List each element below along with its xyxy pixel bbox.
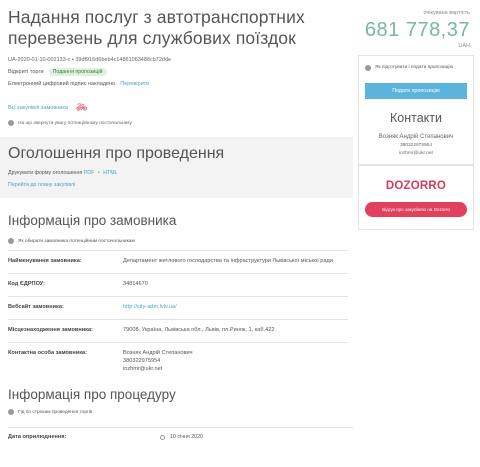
publication-date-value: 10 січня 2020 (170, 434, 203, 440)
signature-row: Електронний цифровий підпис накладено. П… (8, 81, 353, 87)
table-row: Місцезнаходження замовника: 79008, Украї… (8, 319, 348, 343)
announcement-section: Оголошення про проведення Друкувати форм… (0, 137, 353, 198)
website-cell: http://city-adm.lviv.ua/ (123, 296, 348, 320)
procedure-notice[interactable]: Гід по строкам проведення торгів (8, 409, 353, 415)
location-key: Місцезнаходження замовника: (8, 319, 123, 343)
contacts-title: Контакти (390, 111, 442, 125)
lightbulb-icon (8, 238, 14, 244)
status-badge: Подання пропозицій (48, 68, 107, 76)
contact-name: Возняк Андрій Степанович (378, 134, 454, 140)
contact-phone: 380322975954 (399, 143, 432, 148)
website-key: Вебсайт замовника: (8, 296, 123, 320)
clock-icon (160, 434, 165, 440)
attention-notice-text: На що звернути увагу потенційному постач… (18, 120, 132, 126)
print-html-link[interactable]: HTML (103, 170, 117, 176)
attention-notice[interactable]: На що звернути увагу потенційному постач… (8, 120, 353, 126)
table-row: Код ЄДРПОУ: 34814670 (8, 273, 348, 297)
tender-id: UA-2020-01-10-002133-c • 39df916d6beb4c1… (8, 57, 172, 63)
customer-name-key: Найменування замовника: (8, 250, 123, 274)
how-to-submit-text: Як підготувати і подати пропозицію (375, 65, 454, 70)
separator-dot: • (97, 170, 100, 176)
customer-name-value: Департамент житлового господарства та ін… (123, 250, 348, 274)
contact-person-email: inzhmr@ukr.net (123, 366, 163, 372)
how-to-submit-notice[interactable]: Як підготувати і подати пропозицію (365, 64, 467, 71)
contact-person-key: Контактна особа замовника: (8, 342, 123, 381)
contact-person-name: Возняк Андрій Степанович (123, 350, 193, 356)
print-form-label: Друкувати форму оголошення (8, 170, 83, 176)
dozorro-review-button[interactable]: Відгук про закупівлю на Dozorro (365, 202, 467, 217)
location-value: 79008, Україна, Львівська обл., Львів, п… (123, 319, 348, 343)
customer-notice-text: Як обирати замовника потенційним постача… (18, 238, 135, 244)
publication-date-row: Дата оприлюднення: 10 січня 2020 (8, 427, 353, 440)
publication-date-key: Дата оприлюднення: (8, 434, 67, 440)
lightbulb-icon (8, 120, 14, 126)
edrpou-value: 34814670 (123, 273, 348, 297)
goto-plan-row: Перейти до плану закупівлі (8, 182, 345, 188)
lightbulb-icon (365, 65, 371, 71)
procedure-notice-text: Гід по строкам проведення торгів (18, 409, 93, 415)
table-row: Контактна особа замовника: Возняк Андрій… (8, 342, 348, 381)
table-row: Найменування замовника: Департамент житл… (8, 250, 348, 274)
signature-text: Електронний цифровий підпис накладено. (8, 81, 117, 87)
contact-person-phone: 380322975954 (123, 358, 161, 364)
customer-notice[interactable]: Як обирати замовника потенційним постача… (8, 238, 353, 244)
contact-email: inzhmr@ukr.net (399, 151, 433, 156)
main-column: Надання послуг з автотранспортних переве… (0, 0, 353, 440)
verify-signature-link[interactable]: Перевірити (120, 81, 149, 87)
lightbulb-icon (8, 409, 14, 415)
goto-plan-link[interactable]: Перейти до плану закупівлі (8, 182, 75, 188)
table-row: Вебсайт замовника: http://city-adm.lviv.… (8, 296, 348, 320)
customer-info-table: Найменування замовника: Департамент житл… (8, 250, 348, 381)
all-customer-purchases-link[interactable]: Всі закупівлі замовника (8, 105, 68, 111)
bicycle-icon[interactable]: 🚲︎ (76, 102, 87, 113)
print-form-row: Друкувати форму оголошення PDF • HTML (8, 170, 345, 176)
procurement-type: Відкриті торги (8, 69, 44, 75)
edrpou-key: Код ЄДРПОУ: (8, 273, 123, 297)
submit-offer-button[interactable]: Подати пропозицію (365, 83, 467, 99)
offer-card: Як підготувати і подати пропозицію Подат… (358, 55, 474, 165)
print-pdf-link[interactable]: PDF (84, 170, 95, 176)
customer-website-link[interactable]: http://city-adm.lviv.ua/ (123, 304, 177, 310)
dozorro-card: DOZORRO Відгук про закупівлю на Dozorro (358, 165, 474, 230)
customer-info-title: Інформація про замовника (8, 213, 177, 228)
expected-value-amount: 681 778,37 (364, 19, 470, 41)
tender-title: Надання послуг з автотранспортних переве… (8, 7, 305, 48)
procedure-info-title: Інформація про процедуру (8, 387, 176, 402)
dozorro-logo: DOZORRO (385, 180, 447, 192)
customer-links-row: Всі закупівлі замовника 🚲︎ (8, 102, 353, 113)
expected-value-label: очікувана вартість (423, 10, 470, 16)
announcement-title: Оголошення про проведення (8, 145, 225, 162)
currency-label: UAH (458, 43, 470, 49)
contact-person-cell: Возняк Андрій Степанович 380322975954 in… (123, 342, 348, 381)
side-column: очікувана вартість 681 778,37 UAH Як під… (358, 0, 475, 230)
status-row: Відкриті торги Подання пропозицій (8, 68, 353, 76)
